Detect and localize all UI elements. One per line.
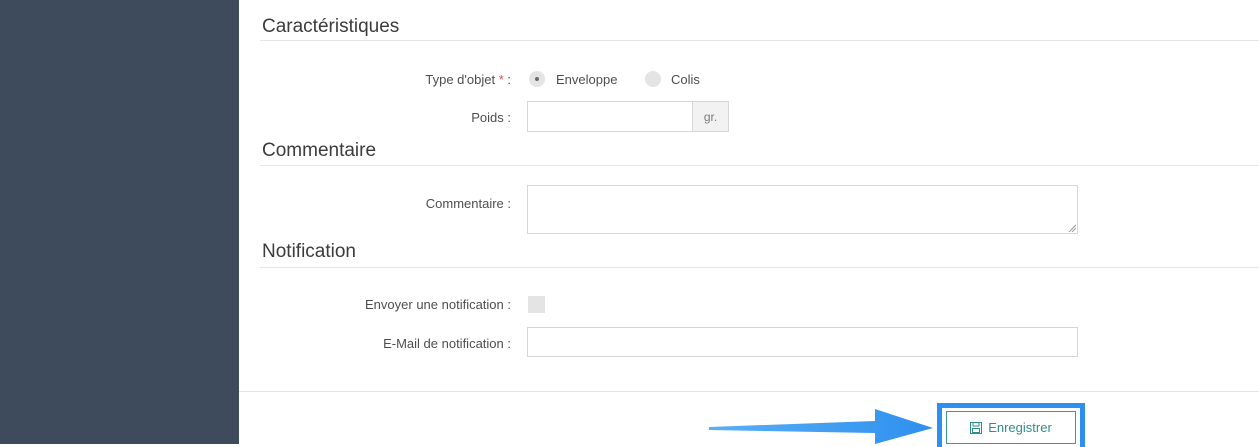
envoyer-notification-checkbox[interactable] (528, 296, 545, 313)
required-mark: * (498, 72, 504, 87)
radio-colis[interactable] (645, 71, 661, 87)
section-title-notification: Notification (262, 241, 356, 262)
radio-enveloppe[interactable] (529, 71, 545, 87)
save-button[interactable]: Enregistrer (946, 411, 1076, 444)
sidebar (0, 0, 239, 444)
section-divider (260, 267, 1259, 268)
radio-label-enveloppe: Enveloppe (556, 72, 618, 87)
pointer-arrow-icon (709, 409, 933, 444)
email-notification-label: E-Mail de notification : (383, 336, 511, 351)
form-panel: Caractéristiques Type d'objet * : Envelo… (239, 0, 1259, 447)
floppy-disk-icon (970, 421, 983, 434)
section-title-caracteristiques: Caractéristiques (262, 16, 400, 37)
section-divider (260, 40, 1259, 41)
section-divider (260, 165, 1259, 166)
save-button-label: Enregistrer (988, 420, 1052, 435)
section-title-commentaire: Commentaire (262, 140, 377, 161)
poids-label: Poids : (471, 110, 511, 125)
commentaire-textarea[interactable] (527, 185, 1078, 234)
email-notification-input[interactable] (527, 327, 1078, 357)
type-objet-label: Type d'objet * : (425, 72, 511, 87)
footer-divider (239, 391, 1259, 392)
label-colon: : (507, 72, 511, 87)
radio-label-colis: Colis (671, 72, 700, 87)
envoyer-notification-label: Envoyer une notification : (365, 297, 511, 312)
commentaire-label: Commentaire : (425, 196, 511, 211)
radio-selected-dot (535, 77, 539, 81)
type-objet-label-text: Type d'objet (425, 72, 496, 87)
poids-input[interactable] (527, 101, 693, 132)
resize-grip-icon[interactable] (1068, 224, 1076, 232)
poids-unit-addon: gr. (693, 101, 729, 132)
